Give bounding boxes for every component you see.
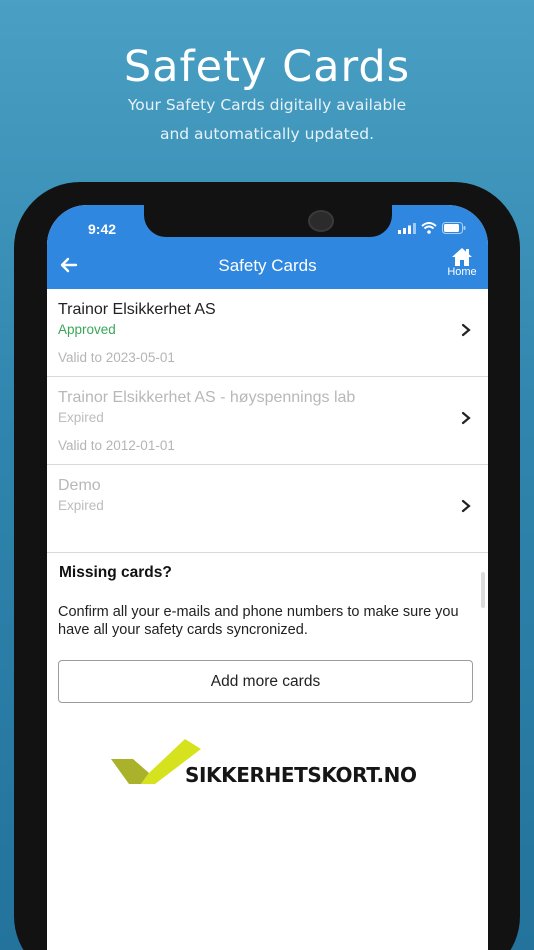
- missing-cards-text: Confirm all your e-mails and phone numbe…: [58, 604, 459, 638]
- app-bar: Safety Cards Home: [47, 243, 488, 289]
- card-list-item[interactable]: Trainor Elsikkerhet AS - høyspennings la…: [47, 377, 488, 465]
- card-name: Trainor Elsikkerhet AS: [58, 301, 216, 318]
- promo-title: Safety Cards: [123, 42, 411, 92]
- camera-icon: [308, 210, 334, 232]
- promo-subtitle-line1: Your Safety Cards digitally available: [127, 96, 407, 114]
- phone-screen: 9:42 Safety Cards Home Trainor Elsikkerh…: [47, 205, 488, 950]
- card-valid-date: Valid to 2012-01-01: [58, 438, 175, 453]
- status-time: 9:42: [88, 221, 117, 237]
- chevron-right-icon: [461, 323, 471, 337]
- status-bar: 9:42: [47, 205, 488, 243]
- app-bar-title: Safety Cards: [218, 256, 317, 275]
- card-status-expired: Expired: [58, 498, 104, 513]
- promo-subtitle-line2: and automatically updated.: [159, 125, 375, 143]
- scroll-indicator[interactable]: [481, 572, 485, 608]
- signal-icon: [398, 223, 416, 234]
- home-button[interactable]: Home: [442, 247, 482, 287]
- chevron-right-icon: [461, 411, 471, 425]
- add-more-cards-button[interactable]: Add more cards: [58, 660, 473, 703]
- card-list-item[interactable]: Trainor Elsikkerhet AS Approved Valid to…: [47, 289, 488, 377]
- missing-cards-title: Missing cards?: [59, 564, 172, 581]
- home-icon: [452, 248, 472, 266]
- battery-icon: [442, 222, 466, 234]
- card-list-item[interactable]: Demo Expired: [47, 465, 488, 553]
- phone-notch: [144, 205, 392, 237]
- card-name: Demo: [58, 477, 101, 494]
- card-valid-date: Valid to 2023-05-01: [58, 350, 175, 365]
- logo-text: SIKKERHETSKORT.NO: [185, 763, 417, 787]
- card-status-approved: Approved: [58, 322, 116, 337]
- home-label: Home: [447, 266, 477, 278]
- chevron-right-icon: [461, 499, 471, 513]
- card-name: Trainor Elsikkerhet AS - høyspennings la…: [58, 389, 356, 406]
- wifi-icon: [421, 222, 437, 234]
- card-status-expired: Expired: [58, 410, 104, 425]
